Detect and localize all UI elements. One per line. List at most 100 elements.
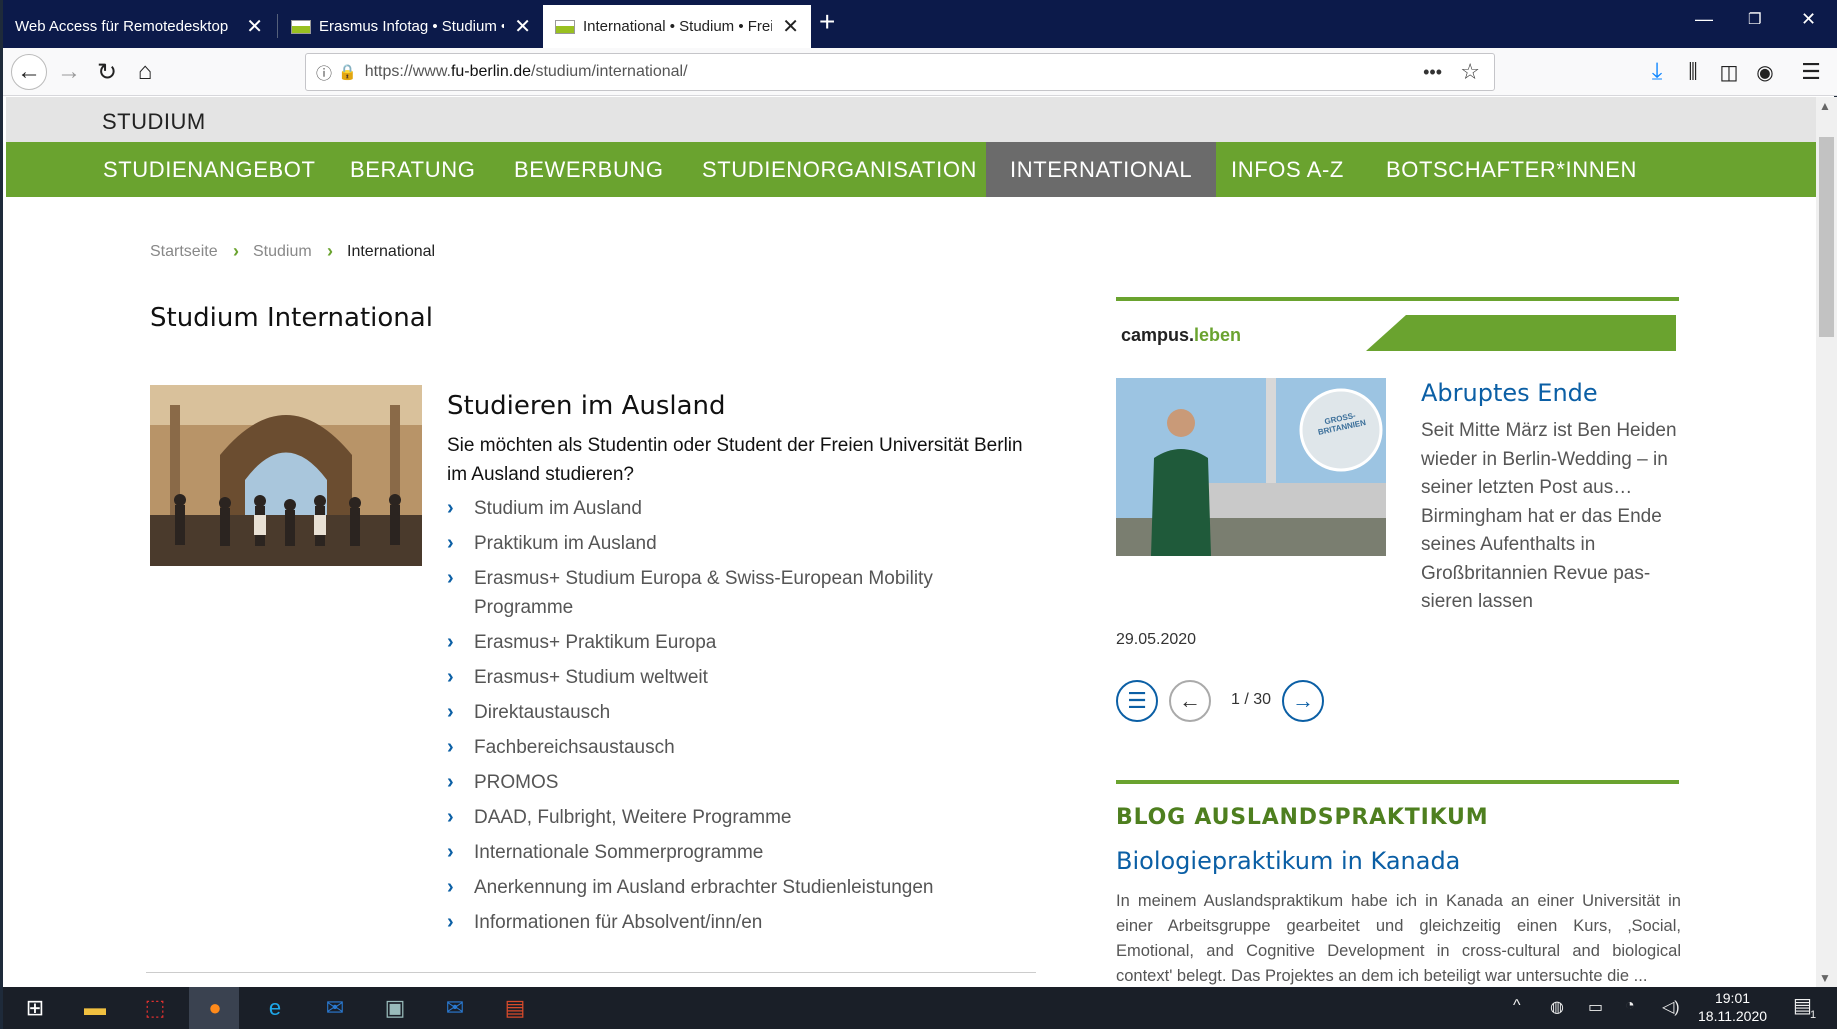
url-bar[interactable]: ⓘ 🔒 https://www.fu-berlin.de/studium/int… <box>305 53 1495 91</box>
link-item[interactable]: › Anerkennung im Ausland erbrachter Studi… <box>447 873 1007 902</box>
nav-infos-a-z[interactable]: INFOS A-Z <box>1207 142 1368 197</box>
outlook-icon[interactable]: ✉ <box>319 992 351 1024</box>
nav-studienangebot[interactable]: STUDIENANGEBOT <box>79 142 340 197</box>
link-item[interactable]: › Praktikum im Ausland <box>447 529 1007 558</box>
link-label[interactable]: Erasmus+ Studium weltweit <box>474 667 708 688</box>
remote-desktop-icon[interactable]: ▣ <box>379 992 411 1024</box>
url-text[interactable]: https://www.fu-berlin.de/studium/interna… <box>365 63 688 81</box>
windows-taskbar: ⊞ ▬ ⬚ ● e ✉ ▣ ✉ ▤ ^ ◍ ▭ ◔ ◁) 19:01 18.11… <box>3 987 1837 1029</box>
scroll-up-icon[interactable]: ▲ <box>1819 99 1831 113</box>
home-icon[interactable]: ⌂ <box>127 54 163 90</box>
reload-icon[interactable]: ↻ <box>89 54 125 90</box>
previous-arrow-icon[interactable]: ← <box>1169 680 1211 722</box>
chevron-right-icon: › <box>447 567 454 589</box>
link-label[interactable]: Anerkennung im Ausland erbrachter Studie… <box>474 877 933 898</box>
blog-title[interactable]: Biologiepraktikum in Kanada <box>1116 847 1460 875</box>
link-label[interactable]: Erasmus+ Studium Europa & Swiss-European… <box>474 568 933 618</box>
link-item[interactable]: › Internationale Sommerprogramme <box>447 838 1007 867</box>
breadcrumb-studium[interactable]: Studium <box>253 243 312 261</box>
close-icon[interactable]: ✕ <box>514 17 531 37</box>
clock-date: 18.11.2020 <box>1698 1008 1768 1024</box>
account-icon[interactable]: ◉ <box>1747 54 1783 90</box>
link-label[interactable]: Internationale Sommerprogramme <box>474 842 763 863</box>
firefox-icon[interactable]: ● <box>199 992 231 1024</box>
tab-remote-desktop[interactable]: Web Access für Remotedesktop ✕ <box>3 5 275 48</box>
campus-green-band <box>1366 315 1676 351</box>
chevron-right-icon: › <box>447 771 454 793</box>
link-item[interactable]: › Erasmus+ Studium Europa & Swiss-Europea… <box>447 564 1007 622</box>
file-explorer-icon[interactable]: ▬ <box>79 992 111 1024</box>
chevron-right-icon: › <box>447 806 454 828</box>
link-label[interactable]: Direktaustausch <box>474 702 610 723</box>
tab-strip: Web Access für Remotedesktop ✕ Erasmus I… <box>3 0 1837 48</box>
campus-top-rule <box>1116 297 1679 301</box>
chevron-right-icon: › <box>447 532 454 554</box>
next-arrow-icon[interactable]: → <box>1282 680 1324 722</box>
powerpoint-remote-icon[interactable]: ▤ <box>499 992 531 1024</box>
restore-icon[interactable]: ❐ <box>1748 12 1761 27</box>
nav-studienorganisation[interactable]: STUDIENORGANISATION <box>678 142 1001 197</box>
link-label[interactable]: DAAD, Fulbright, Weitere Programme <box>474 807 791 828</box>
volume-icon[interactable]: ◁) <box>1662 997 1680 1017</box>
link-label[interactable]: Fachbereichsaustausch <box>474 737 675 758</box>
info-icon[interactable]: ⓘ <box>316 60 332 84</box>
nav-international[interactable]: INTERNATIONAL <box>986 142 1217 197</box>
campus-leben-logo[interactable]: campus.leben <box>1121 325 1241 346</box>
link-label[interactable]: Studium im Ausland <box>474 498 642 519</box>
site-header: STUDIUM <box>6 97 1816 142</box>
link-label[interactable]: Informationen für Absolvent/inn/en <box>474 912 762 933</box>
link-item[interactable]: › Direktaustausch <box>447 698 1007 727</box>
link-item[interactable]: › Informationen für Absolvent/inn/en <box>447 908 1007 937</box>
breadcrumb-startseite[interactable]: Startseite <box>150 243 218 261</box>
tab-title: Erasmus Infotag • Studium • Freie Univer… <box>319 18 504 35</box>
sidebar-toggle-icon[interactable]: ◫ <box>1711 54 1747 90</box>
network-globe-icon[interactable]: ◍ <box>1550 997 1564 1017</box>
wifi-icon[interactable]: ◔ <box>1625 997 1635 1015</box>
link-label[interactable]: Erasmus+ Praktikum Europa <box>474 632 716 653</box>
close-window-icon[interactable]: ✕ <box>1801 10 1816 28</box>
nav-bewerbung[interactable]: BEWERBUNG <box>490 142 688 197</box>
forward-arrow-icon[interactable]: → <box>51 54 87 90</box>
link-item[interactable]: › PROMOS <box>447 768 1007 797</box>
windows-start-icon[interactable]: ⊞ <box>19 992 51 1024</box>
internet-explorer-icon[interactable]: e <box>259 992 291 1024</box>
minimize-icon[interactable]: — <box>1695 10 1713 28</box>
chevron-right-icon: › <box>447 911 454 933</box>
system-clock[interactable]: 19:01 18.11.2020 <box>1698 989 1767 1025</box>
downloads-icon[interactable]: ⤓ <box>1639 54 1675 90</box>
nav-botschafter-innen[interactable]: BOTSCHAFTER*INNEN <box>1362 142 1661 197</box>
link-item[interactable]: › Studium im Ausland <box>447 494 1007 523</box>
library-icon[interactable]: ⫼ <box>1675 54 1711 90</box>
outlook-remote-icon[interactable]: ✉ <box>439 992 471 1024</box>
bookmark-star-icon[interactable]: ☆ <box>1460 59 1480 85</box>
news-title[interactable]: Abruptes Ende <box>1421 379 1598 407</box>
page-actions-icon[interactable]: ••• <box>1423 62 1442 83</box>
breadcrumb-current: International <box>347 243 436 260</box>
news-photo[interactable]: GROSS-BRITANNIEN <box>1116 378 1386 556</box>
tab-erasmus-infotag[interactable]: Erasmus Infotag • Studium • Freie Univer… <box>279 5 543 48</box>
back-arrow-icon[interactable]: ← <box>11 54 47 90</box>
link-item[interactable]: › Fachbereichsaustausch <box>447 733 1007 762</box>
link-label[interactable]: PROMOS <box>474 772 558 793</box>
close-icon[interactable]: ✕ <box>246 17 263 37</box>
scrollbar-thumb[interactable] <box>1819 137 1834 337</box>
navigation-toolbar: ← → ↻ ⌂ ⓘ 🔒 https://www.fu-berlin.de/stu… <box>3 48 1837 96</box>
scroll-down-icon[interactable]: ▼ <box>1819 971 1831 985</box>
list-icon[interactable]: ☰ <box>1116 680 1158 722</box>
link-item[interactable]: › Erasmus+ Praktikum Europa <box>447 628 1007 657</box>
section-label[interactable]: STUDIUM <box>102 109 206 135</box>
acrobat-icon[interactable]: ⬚ <box>139 992 171 1024</box>
tab-international[interactable]: International • Studium • Freie Universi… <box>543 5 811 48</box>
new-tab-plus-icon[interactable]: + <box>819 8 835 36</box>
link-item[interactable]: › Erasmus+ Studium weltweit <box>447 663 1007 692</box>
link-label[interactable]: Praktikum im Ausland <box>474 533 657 554</box>
close-icon[interactable]: ✕ <box>782 17 799 37</box>
link-item[interactable]: › DAAD, Fulbright, Weitere Programme <box>447 803 1007 832</box>
nav-beratung[interactable]: BERATUNG <box>326 142 499 197</box>
chevron-right-icon: › <box>327 241 333 261</box>
scrollbar[interactable]: ▲ ▼ <box>1816 97 1837 987</box>
battery-icon[interactable]: ▭ <box>1588 997 1603 1017</box>
menu-hamburger-icon[interactable]: ☰ <box>1793 54 1829 90</box>
show-hidden-icons-icon[interactable]: ^ <box>1513 997 1521 1015</box>
fu-favicon-icon <box>291 19 311 34</box>
